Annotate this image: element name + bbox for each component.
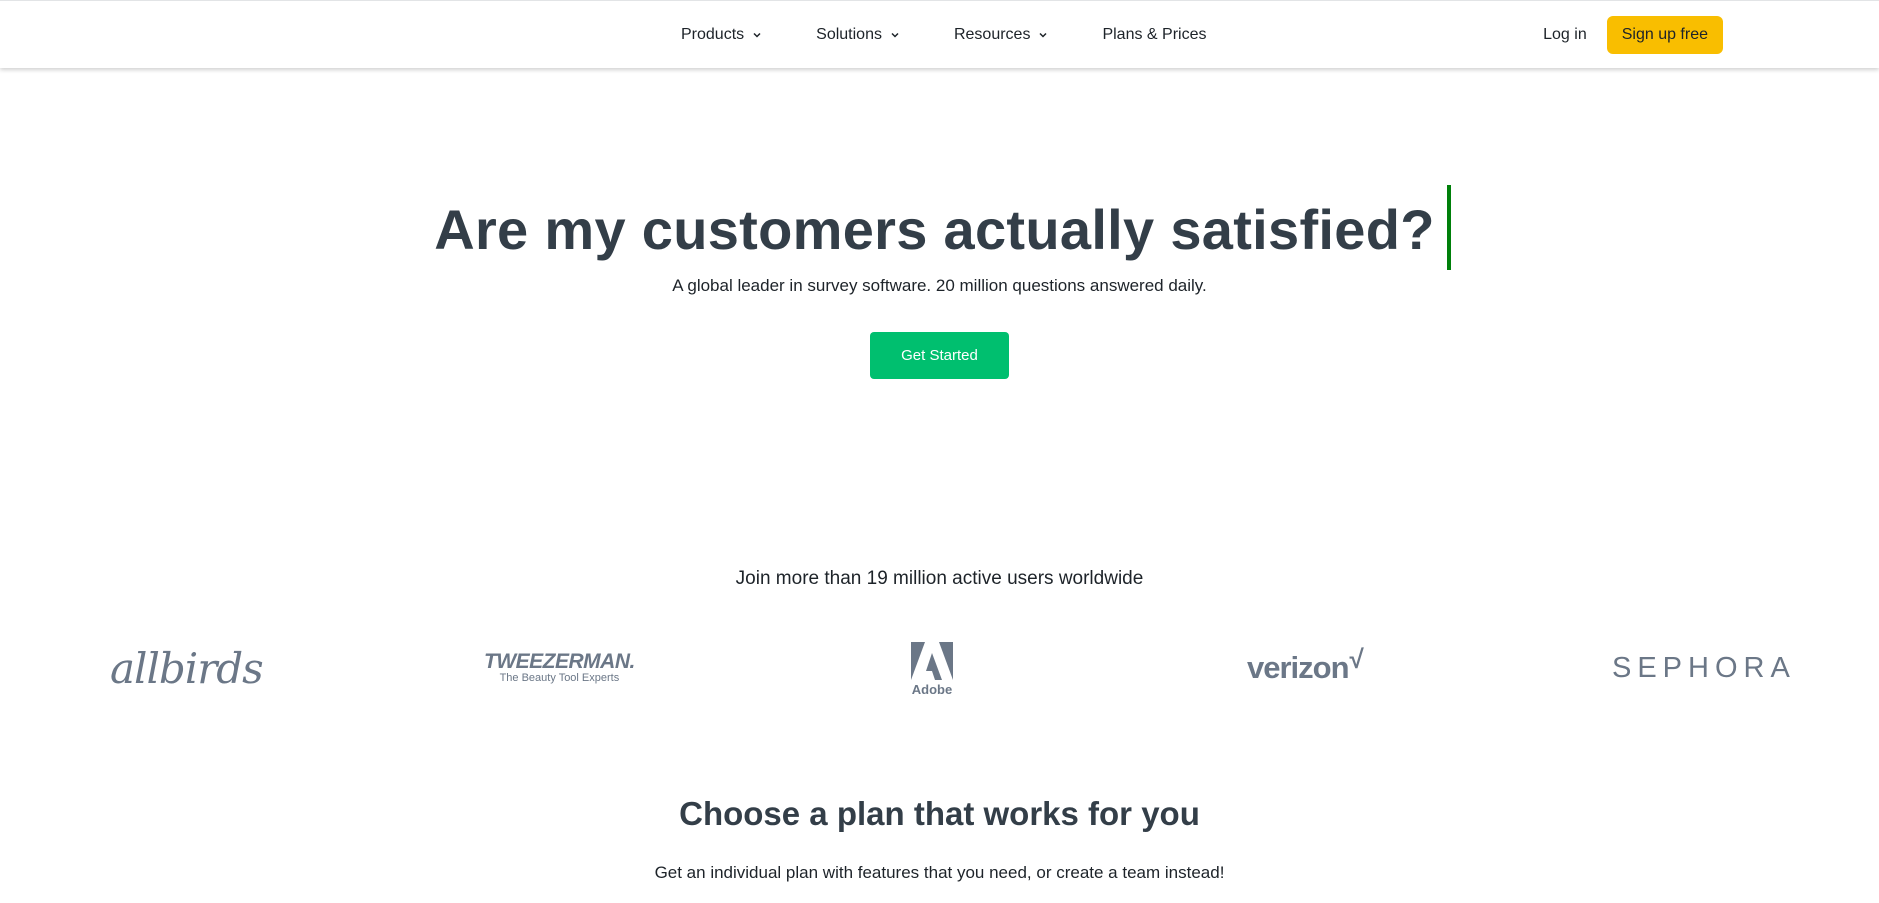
nav-item-products[interactable]: Products [681,26,762,44]
adobe-logo: Adobe [911,642,953,697]
nav-item-label: Solutions [816,26,882,43]
plans-title: Choose a plan that works for you [679,795,1200,832]
typing-caret [1446,185,1451,270]
tweezerman-tagline: The Beauty Tool Experts [499,672,620,684]
nav-item-resources[interactable]: Resources [954,26,1048,44]
main-nav: Products Solutions Resources Plans & Pri… [681,1,1207,69]
nav-item-label: Products [681,26,745,43]
nav-item-label: Plans & Prices [1102,26,1207,43]
plans-subtitle: Get an individual plan with features tha… [654,863,1225,882]
tweezerman-logo-text: TWEEZERMAN. [484,650,635,673]
hero-title-wrap: Are my customers actually satisfied? [0,185,1879,272]
social-proof-heading: Join more than 19 million active users w… [735,568,1144,589]
chevron-down-icon [1039,32,1047,38]
get-started-button[interactable]: Get Started [870,332,1009,379]
adobe-logo-text: Adobe [911,682,953,697]
hero-title: Are my customers actually satisfied? [434,185,1451,272]
chevron-down-icon [891,32,899,38]
sephora-logo: SEPHORA [1612,652,1796,685]
allbirds-logo: allbirds [110,644,264,693]
auth-actions: Log in Sign up free [1543,1,1723,69]
verizon-check-mark: √ [1349,644,1364,674]
allbirds-logo-text: allbirds [110,644,264,693]
chevron-down-icon [753,32,761,38]
cta-wrap: Get Started [0,332,1879,379]
customer-logos: allbirds TWEEZERMAN. The Beauty Tool Exp… [0,630,1879,710]
verizon-logo-row: verizon√ [1247,644,1364,686]
tweezerman-logo: TWEEZERMAN. The Beauty Tool Experts [484,650,635,685]
top-navigation-bar: Products Solutions Resources Plans & Pri… [0,0,1879,68]
signup-button[interactable]: Sign up free [1606,16,1723,54]
sephora-logo-text: SEPHORA [1612,652,1796,684]
nav-item-label: Resources [953,26,1031,43]
adobe-a-icon [911,642,953,680]
verizon-logo: verizon√ [1247,644,1364,686]
nav-item-solutions[interactable]: Solutions [816,26,900,44]
hero-subtitle: A global leader in survey software. 20 m… [672,276,1207,295]
login-link[interactable]: Log in [1543,26,1587,44]
verizon-logo-text: verizon [1247,650,1350,685]
hero-title-text: Are my customers actually satisfied? [434,198,1435,261]
nav-item-plans-prices[interactable]: Plans & Prices [1102,26,1206,44]
